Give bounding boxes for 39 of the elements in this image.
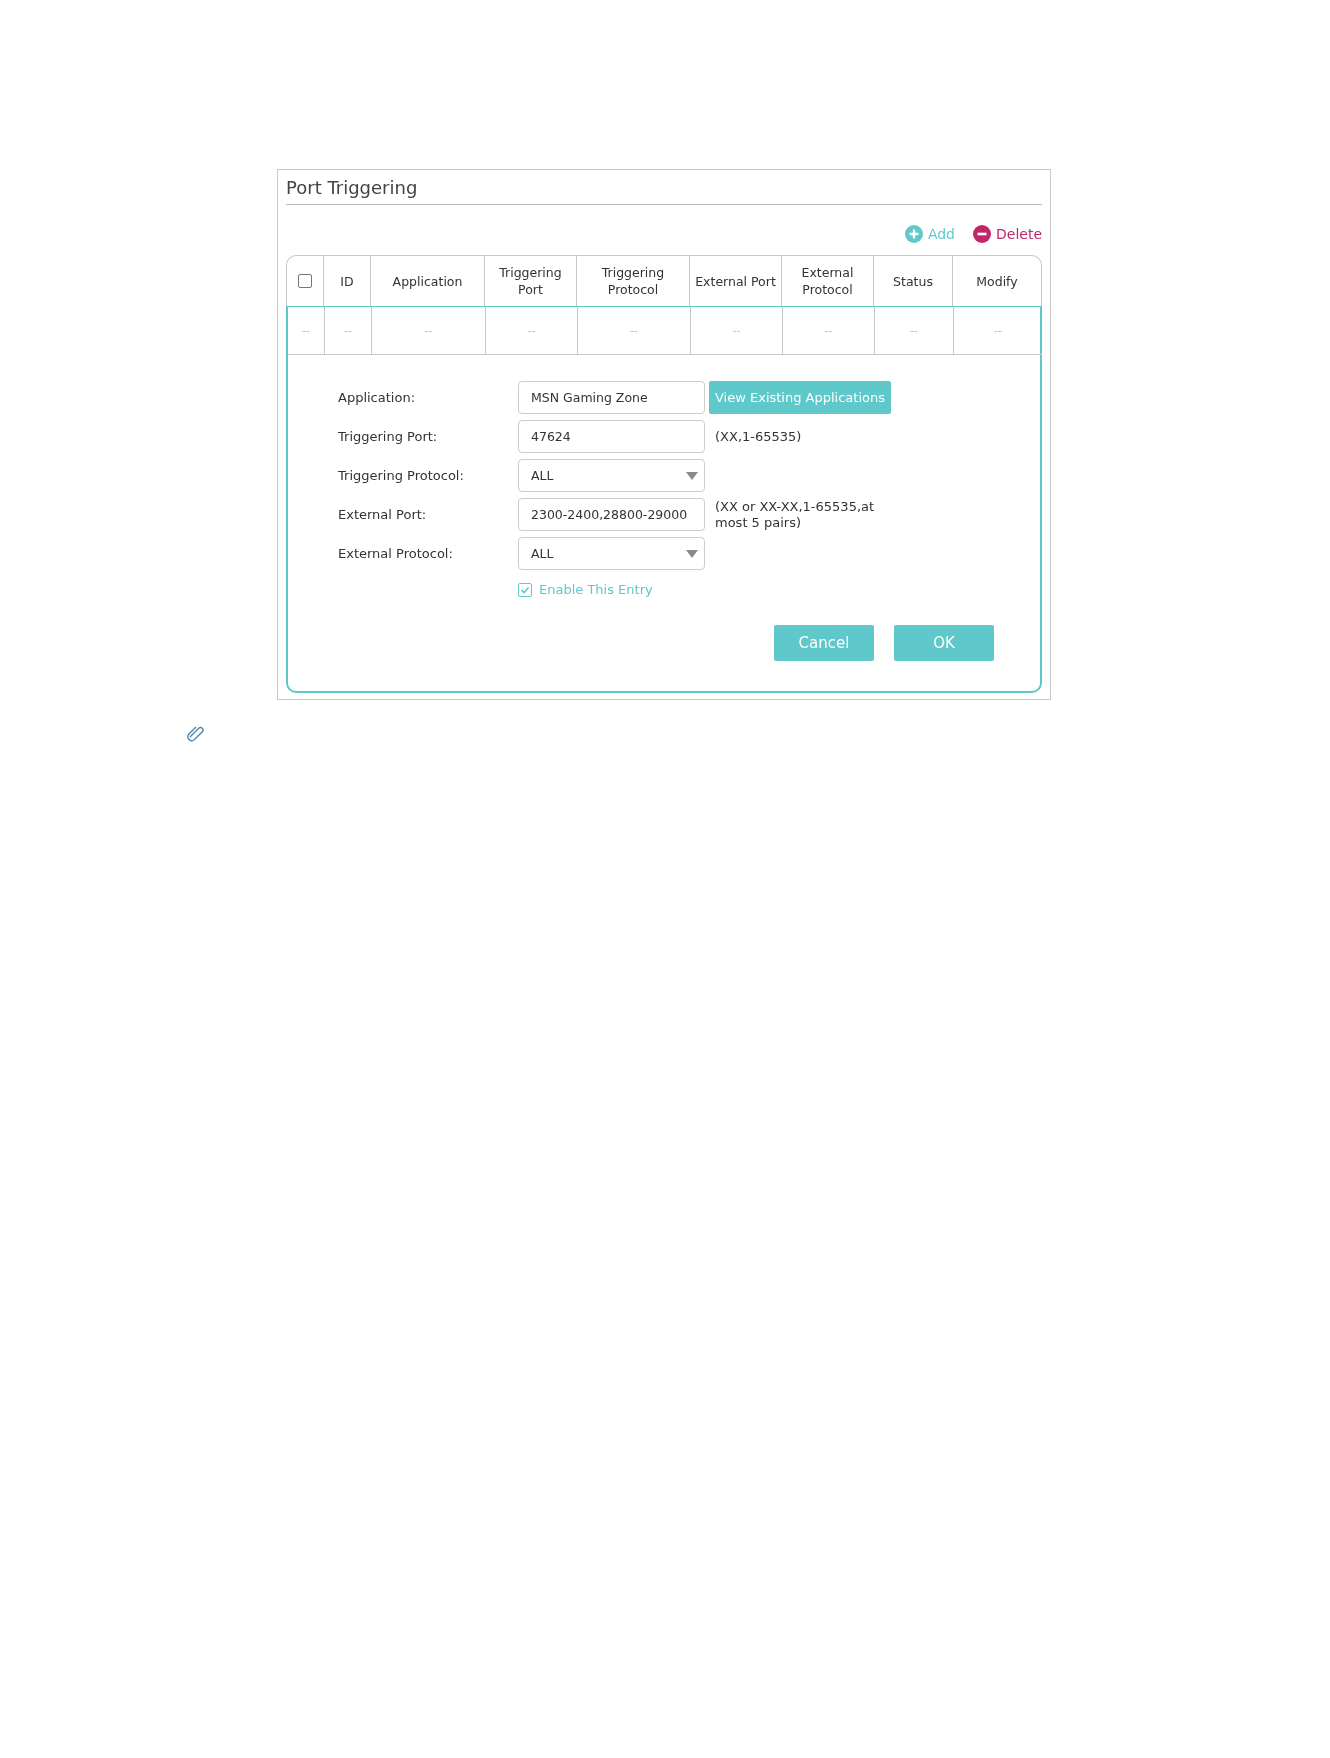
table-cell: -- — [302, 324, 310, 337]
checkbox[interactable] — [298, 274, 312, 288]
field-label: Triggering Protocol: — [338, 468, 465, 483]
input-field[interactable]: 2300-2400,28800-29000 — [518, 498, 705, 531]
column-header: Modify — [976, 272, 1018, 290]
hint-text: (XX,1-65535) — [715, 428, 803, 445]
input-field[interactable]: 47624 — [518, 420, 705, 453]
caret-icon — [686, 549, 698, 558]
field-label: External Protocol: — [338, 546, 454, 561]
input-field[interactable]: MSN Gaming Zone — [518, 381, 705, 414]
dropdown[interactable]: ALL — [518, 537, 705, 570]
table-cell: -- — [732, 324, 741, 337]
dropdown[interactable]: ALL — [518, 459, 705, 492]
field-label: External Port: — [338, 507, 428, 522]
table-cell: -- — [527, 324, 536, 337]
table-cell: -- — [824, 324, 833, 337]
column-header: External Protocol — [800, 264, 855, 298]
caret-icon — [686, 471, 698, 480]
field-label: Application: — [338, 390, 417, 405]
field-label: Triggering Port: — [338, 429, 439, 444]
column-header: External Port — [695, 272, 776, 290]
checkbox-label: Enable This Entry — [539, 582, 653, 597]
table-cell: -- — [910, 324, 918, 337]
panel-title: Port Triggering — [286, 170, 1042, 205]
hint-text: (XX or XX-XX,1-65535,at most 5 pairs) — [715, 498, 876, 531]
column-header: Application — [392, 272, 463, 290]
delete-button[interactable]: Delete — [973, 225, 1042, 243]
column-header: ID — [340, 272, 354, 290]
plus-icon — [904, 225, 923, 243]
column-header: Status — [893, 272, 933, 290]
column-header: Triggering Port — [498, 264, 563, 298]
checkbox[interactable] — [518, 582, 532, 597]
table-cell: -- — [424, 324, 433, 337]
column-header: Triggering Protocol — [600, 264, 666, 298]
minus-icon — [973, 225, 991, 243]
table-cell: -- — [630, 324, 638, 337]
table-cell: -- — [994, 324, 1002, 337]
table-cell: -- — [344, 324, 352, 337]
paperclip-icon — [187, 726, 205, 742]
